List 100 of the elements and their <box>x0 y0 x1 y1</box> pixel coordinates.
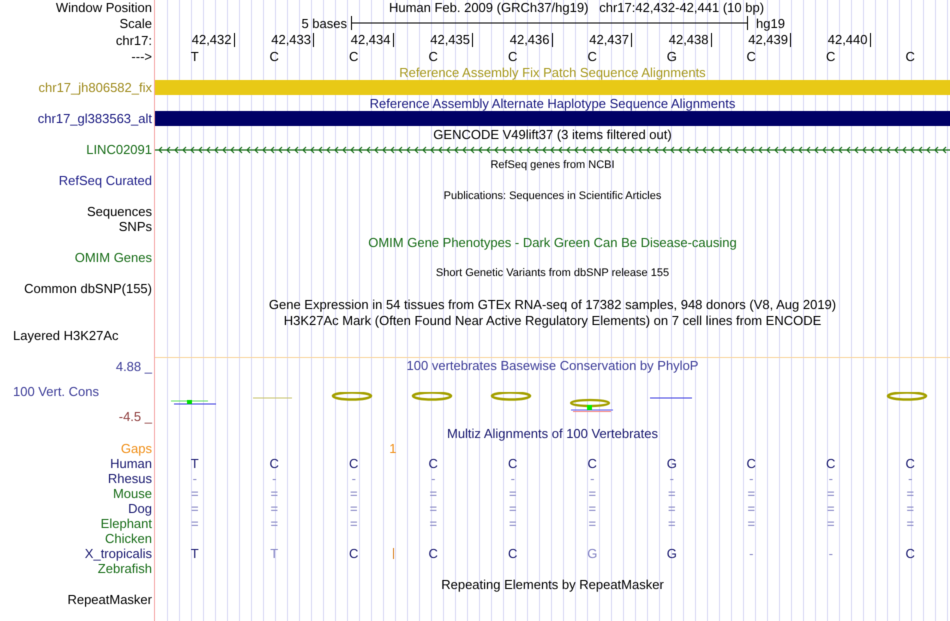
aligned-base: = <box>508 487 517 500</box>
aligned-base: - <box>749 547 754 560</box>
aligned-base: = <box>270 517 278 530</box>
track-label[interactable]: OMIM Genes <box>74 251 152 264</box>
aligned-base: C <box>906 547 915 560</box>
track-label[interactable]: SNPs <box>118 220 152 233</box>
ruler-tick-label: 42,439 <box>748 33 791 47</box>
track-title: RefSeq genes from NCBI <box>490 160 615 170</box>
track-label[interactable]: Elephant <box>100 517 152 530</box>
track-title: OMIM Gene Phenotypes - Dark Green Can Be Disease-causing <box>368 236 737 248</box>
aligned-base: = <box>826 502 835 515</box>
aligned-base: = <box>270 487 278 500</box>
aligned-base: C <box>428 457 438 470</box>
track-label[interactable]: Scale <box>119 16 152 30</box>
aligned-base: = <box>190 502 199 515</box>
ruler-tick-label: 42,434 <box>350 33 394 47</box>
alignment-bar[interactable] <box>155 80 950 95</box>
ruler-tick-label: 42,438 <box>668 33 712 47</box>
aligned-base: C <box>428 547 438 560</box>
track-label[interactable]: Layered H3K27Ac <box>13 329 119 342</box>
aligned-base: = <box>588 487 596 500</box>
track-title: Reference Assembly Alternate Haplotype Sequence Alignments <box>370 96 736 110</box>
track-label[interactable]: 100 Vert. Cons <box>13 385 99 398</box>
aligned-base: G <box>666 547 677 560</box>
aligned-base: = <box>826 487 835 500</box>
aligned-base: = <box>350 502 358 515</box>
aligned-base: = <box>270 502 278 515</box>
gene-strand-drawing[interactable] <box>155 146 950 154</box>
aligned-base: C <box>270 457 279 470</box>
ruler-tick-label: 42,433 <box>271 33 314 47</box>
axis-min-label: -4.5 _ <box>118 410 152 423</box>
aligned-base: = <box>429 487 438 500</box>
aligned-base: C <box>826 457 836 470</box>
aligned-base: = <box>429 502 438 515</box>
track-label[interactable]: Rhesus <box>108 472 152 485</box>
aligned-base: = <box>747 487 756 500</box>
aligned-base: G <box>666 457 677 470</box>
track-label[interactable]: chr17_gl383563_alt <box>38 112 152 125</box>
ruler-tick-label: 42,440 <box>828 33 870 47</box>
aligned-base: - <box>590 472 594 485</box>
track-title: H3K27Ac Mark (Often Found Near Active Regulatory Elements) on 7 cell lines from ENCODE <box>284 314 822 326</box>
aligned-base: = <box>906 517 914 530</box>
aligned-base: - <box>749 472 754 485</box>
aligned-base: = <box>190 517 199 530</box>
ruler-tick-label: 42,436 <box>510 33 552 47</box>
track-label[interactable]: Dog <box>128 502 152 515</box>
aligned-base: T <box>190 547 199 560</box>
track-title: Publications: Sequences in Scientific Articles <box>444 190 662 202</box>
alignment-bar[interactable] <box>155 111 950 126</box>
aligned-base: = <box>668 487 676 500</box>
assembly-name: hg19 <box>755 16 785 30</box>
aligned-base: - <box>828 547 833 560</box>
aligned-base: - <box>510 472 515 485</box>
base-letter: C <box>508 50 518 63</box>
base-letter: G <box>666 50 677 63</box>
track-label[interactable]: LINC02091 <box>86 143 152 156</box>
track-label[interactable]: Window Position <box>56 1 152 14</box>
track-label[interactable]: X_tropicalis <box>84 547 152 560</box>
track-title: Repeating Elements by RepeatMasker <box>441 578 664 590</box>
track-label[interactable]: chr17: <box>116 34 152 46</box>
aligned-base: = <box>906 487 914 500</box>
base-letter: C <box>270 50 279 63</box>
track-title: 100 vertebrates Basewise Conservation by PhyloP <box>406 359 698 372</box>
aligned-base: C <box>349 547 358 560</box>
aligned-base: C <box>588 457 597 470</box>
aligned-base: T <box>270 547 278 560</box>
aligned-base: - <box>272 472 276 485</box>
base-letter: C <box>349 50 358 63</box>
aligned-base: - <box>828 472 833 485</box>
aligned-base: = <box>350 517 358 530</box>
aligned-base: T <box>190 457 199 470</box>
base-letter: C <box>826 50 836 63</box>
axis-max-label: 4.88 _ <box>116 360 152 373</box>
aligned-base: = <box>747 517 756 530</box>
base-letter: T <box>190 50 199 63</box>
track-label[interactable]: Mouse <box>112 487 152 500</box>
aligned-base: = <box>906 502 914 515</box>
aligned-base: C <box>508 457 518 470</box>
aligned-base: - <box>352 472 356 485</box>
aligned-base: - <box>908 472 912 485</box>
aligned-base: = <box>747 502 756 515</box>
track-label[interactable]: Sequences <box>86 205 152 218</box>
aligned-base: C <box>746 457 756 470</box>
track-label[interactable]: Zebrafish <box>98 562 152 575</box>
track-label[interactable]: Human <box>110 457 152 470</box>
ruler-tick-label: 42,435 <box>430 33 473 47</box>
position-title: Human Feb. 2009 (GRCh37/hg19) chr17:42,432-42,441 (10 bp) <box>388 1 764 14</box>
aligned-base: = <box>508 517 517 530</box>
track-title: GENCODE V49lift37 (3 items filtered out) <box>433 128 672 140</box>
track-title: Gene Expression in 54 tissues from GTEx RNA-seq of 17382 samples, 948 donors (V8, Aug 2019) <box>268 298 836 310</box>
track-label[interactable]: RefSeq Curated <box>58 174 152 187</box>
aligned-base: = <box>668 502 676 515</box>
track-label[interactable]: Chicken <box>105 532 152 545</box>
track-label[interactable]: RepeatMasker <box>67 593 152 606</box>
aligned-base: = <box>826 517 835 530</box>
aligned-base: = <box>588 502 596 515</box>
aligned-base: = <box>588 517 596 530</box>
track-label[interactable]: ---> <box>131 50 152 63</box>
aligned-base: C <box>906 457 915 470</box>
track-label[interactable]: Common dbSNP(155) <box>24 282 152 295</box>
